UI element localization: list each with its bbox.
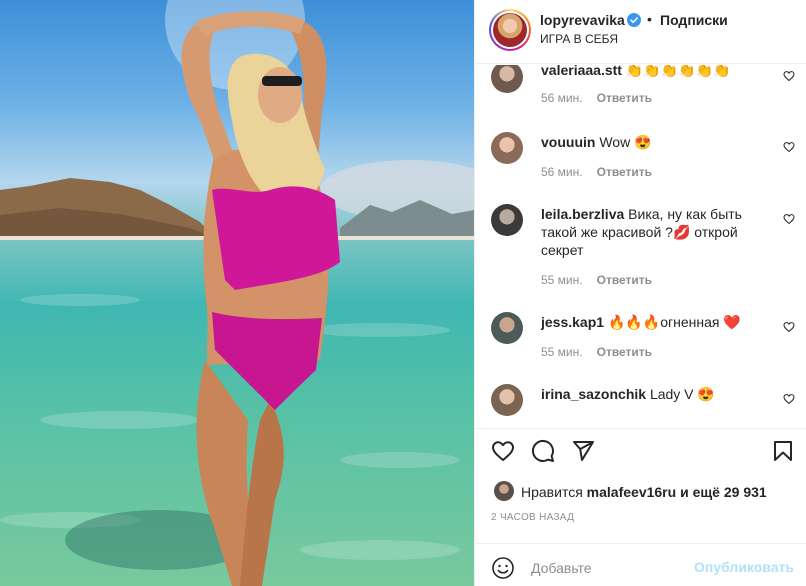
post-photo — [0, 0, 474, 586]
publish-button[interactable]: Опубликовать — [694, 559, 794, 575]
likes-middle[interactable]: и ещё — [680, 484, 720, 500]
like-comment-heart-icon[interactable] — [783, 393, 795, 405]
post-actions-bar — [475, 428, 806, 472]
reply-button[interactable]: Ответить — [597, 165, 652, 179]
share-icon[interactable] — [571, 439, 595, 463]
likes-count[interactable]: 29 931 — [724, 484, 767, 500]
like-comment-heart-icon[interactable] — [783, 321, 795, 333]
comment-text: 👏👏👏👏👏👏 — [625, 65, 731, 78]
likes-summary: Нравится malafeev16ru и ещё 29 931 — [491, 481, 801, 501]
comment-icon[interactable] — [531, 439, 555, 463]
comment-text: 🔥🔥🔥огненная ❤️ — [607, 314, 741, 330]
comment-time: 55 мин. — [541, 273, 583, 287]
commenter-avatar[interactable] — [491, 384, 523, 416]
commenter-avatar[interactable] — [491, 132, 523, 164]
comment-time: 56 мин. — [541, 91, 583, 105]
verified-badge-icon — [627, 13, 641, 27]
commenter-username[interactable]: irina_sazonchik — [541, 386, 646, 402]
comments-list[interactable]: valeriaaa.stt 👏👏👏👏👏👏 56 мин. Ответить vou… — [475, 65, 806, 428]
commenter-username[interactable]: valeriaaa.stt — [541, 65, 622, 78]
header-separator: • — [647, 11, 652, 27]
post-side-panel: lopyrevavika • Подписки ИГРА В СЕБЯ vale… — [474, 0, 806, 586]
liker-avatar[interactable] — [494, 481, 514, 501]
commenter-avatar[interactable] — [491, 65, 523, 93]
comment-time: 56 мин. — [541, 165, 583, 179]
reply-button[interactable]: Ответить — [597, 345, 652, 359]
like-comment-heart-icon[interactable] — [783, 70, 795, 82]
comment-input[interactable] — [531, 560, 721, 576]
bookmark-icon[interactable] — [771, 439, 795, 463]
commenter-username[interactable]: leila.berzliva — [541, 206, 624, 222]
comment-text: Wow 😍 — [599, 134, 652, 150]
commenter-avatar[interactable] — [491, 204, 523, 236]
add-comment-bar: Опубликовать — [475, 543, 806, 586]
post-subtitle[interactable]: ИГРА В СЕБЯ — [540, 32, 618, 46]
post-header: lopyrevavika • Подписки ИГРА В СЕБЯ — [475, 0, 806, 64]
post-timestamp[interactable]: 2 ЧАСОВ НАЗАД — [491, 512, 574, 523]
author-avatar[interactable] — [489, 9, 531, 51]
comment-time: 55 мин. — [541, 345, 583, 359]
reply-button[interactable]: Ответить — [597, 91, 652, 105]
like-comment-heart-icon[interactable] — [783, 213, 795, 225]
photo-illustration — [0, 0, 474, 586]
commenter-username[interactable]: jess.kap1 — [541, 314, 604, 330]
comment-text: Lady V 😍 — [649, 386, 715, 402]
commenter-avatar[interactable] — [491, 312, 523, 344]
heart-icon[interactable] — [491, 439, 515, 463]
commenter-username[interactable]: vouuuin — [541, 134, 595, 150]
emoji-icon[interactable] — [491, 556, 515, 580]
liker-username[interactable]: malafeev16ru — [587, 484, 677, 500]
reply-button[interactable]: Ответить — [597, 273, 652, 287]
following-button[interactable]: Подписки — [660, 12, 728, 28]
likes-prefix: Нравится — [521, 484, 583, 500]
author-username[interactable]: lopyrevavika — [540, 12, 625, 28]
like-comment-heart-icon[interactable] — [783, 141, 795, 153]
